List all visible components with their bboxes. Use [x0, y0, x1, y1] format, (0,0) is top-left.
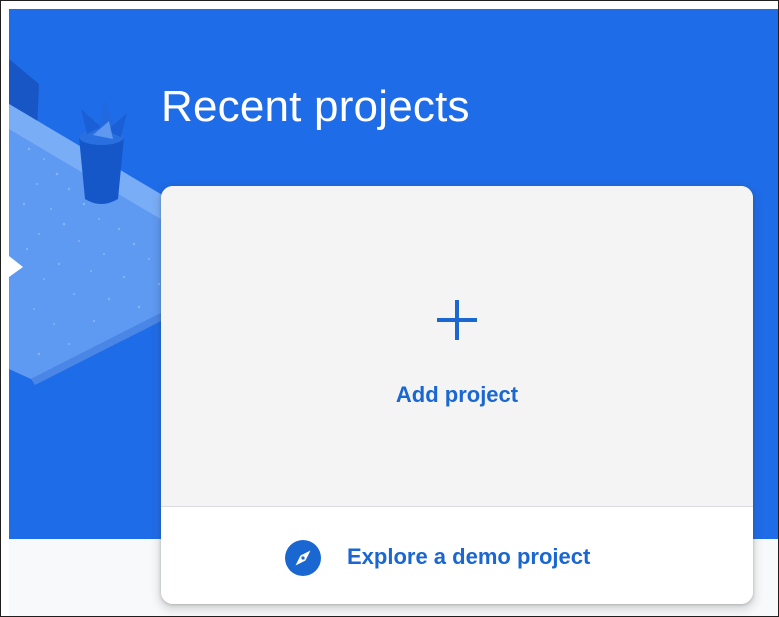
projects-card: Add project Explore a demo project [161, 186, 753, 604]
add-project-label: Add project [395, 382, 519, 407]
explore-demo-project-label: Explore a demo project [347, 544, 591, 569]
add-project-button[interactable]: Add project [161, 186, 753, 506]
hero-illustration [9, 59, 169, 385]
app-frame: Recent projects Add project Explore a de… [0, 0, 779, 617]
compass-icon [285, 540, 321, 576]
plus-icon [437, 300, 477, 340]
explore-demo-project-button[interactable]: Explore a demo project [161, 507, 753, 604]
page-title: Recent projects [161, 82, 470, 131]
